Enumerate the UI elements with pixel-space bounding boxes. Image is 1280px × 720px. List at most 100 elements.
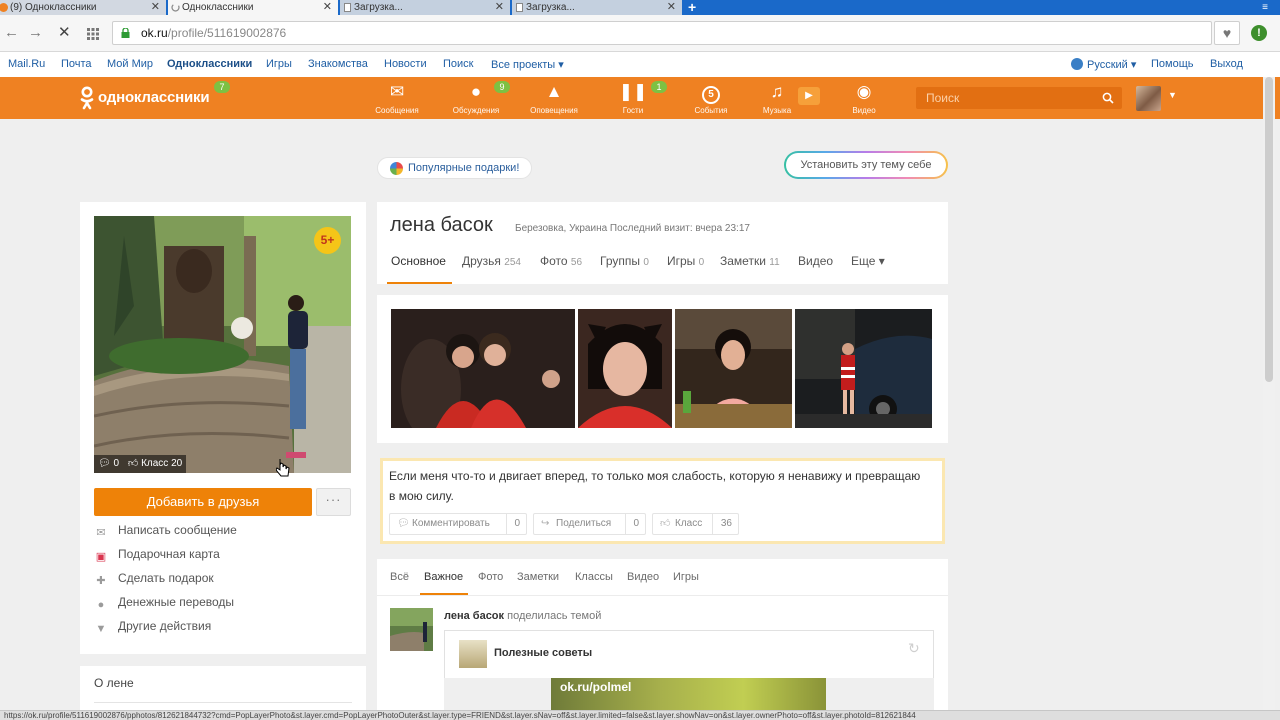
- action-label: Денежные переводы: [118, 595, 235, 609]
- browser-tab-active[interactable]: Одноклассники ✕: [168, 0, 338, 15]
- browser-tab[interactable]: (9) Одноклассники ✕: [0, 0, 166, 15]
- close-tab-icon[interactable]: ✕: [495, 0, 504, 15]
- portal-link-mailru[interactable]: Mail.Ru: [8, 58, 45, 70]
- portal-link-all-projects[interactable]: Все проекты ▾: [491, 58, 564, 71]
- action-write-message[interactable]: ✉ Написать сообщение: [94, 522, 237, 539]
- reshare-icon[interactable]: ↻: [908, 640, 920, 657]
- age-rating-badge: 5+: [314, 227, 341, 254]
- action-label: Сделать подарок: [118, 571, 214, 585]
- browser-tab[interactable]: Загрузка... ✕: [512, 0, 682, 15]
- portal-link-search[interactable]: Поиск: [443, 58, 473, 70]
- tab-friends[interactable]: Друзья 254: [462, 254, 521, 268]
- tab-list-menu-icon[interactable]: ≡: [1262, 0, 1268, 15]
- portal-link-odnoklassniki[interactable]: Одноклассники: [167, 58, 252, 70]
- ok-logo-text[interactable]: одноклассники: [98, 89, 210, 106]
- forward-arrow-icon[interactable]: →: [28, 25, 43, 41]
- portal-link-games[interactable]: Игры: [266, 58, 292, 70]
- feed-tab-photo[interactable]: Фото: [478, 571, 503, 583]
- feed-tab-klass[interactable]: Классы: [575, 571, 613, 583]
- avatar-image: [390, 608, 433, 651]
- feed-tab-games[interactable]: Игры: [673, 571, 699, 583]
- photo-klass-count: Класс 20: [141, 458, 183, 469]
- action-money-transfer[interactable]: ● Денежные переводы: [94, 594, 235, 611]
- action-label: Написать сообщение: [118, 523, 237, 537]
- music-play-icon[interactable]: ▶: [798, 87, 820, 105]
- scrollbar-thumb[interactable]: [1265, 77, 1273, 382]
- tab-more[interactable]: Еще ▾: [851, 254, 885, 268]
- feed-tab-notes[interactable]: Заметки: [517, 571, 559, 583]
- feed-tab-important[interactable]: Важное: [424, 571, 463, 583]
- browser-tab[interactable]: Загрузка... ✕: [340, 0, 510, 15]
- photo-comments-count: 0: [113, 458, 120, 469]
- ok-logo-icon[interactable]: [80, 86, 94, 110]
- post-author-link[interactable]: лена басок: [444, 610, 504, 622]
- nav-video[interactable]: ◉ Видео: [829, 82, 899, 116]
- action-make-gift[interactable]: ✚ Сделать подарок: [94, 570, 214, 587]
- stop-loading-icon[interactable]: ✕: [58, 25, 71, 41]
- photo-thumbnail[interactable]: [795, 309, 932, 428]
- comment-icon: 💬︎: [98, 458, 111, 469]
- profile-photo[interactable]: [94, 216, 351, 473]
- logout-link[interactable]: Выход: [1210, 58, 1243, 70]
- portal-link-dating[interactable]: Знакомства: [308, 58, 368, 70]
- tab-photos[interactable]: Фото 56: [540, 254, 582, 268]
- photo-thumbnail[interactable]: [391, 309, 575, 428]
- extension-icon[interactable]: !: [1251, 25, 1267, 41]
- nav-messages[interactable]: ✉ Сообщения: [362, 82, 432, 116]
- divider: [506, 514, 507, 534]
- help-link[interactable]: Помощь: [1151, 58, 1194, 70]
- globe-icon: [1071, 58, 1083, 70]
- klass-button[interactable]: 👍︎ Класс 36: [652, 513, 739, 535]
- new-tab-button[interactable]: +: [688, 0, 696, 14]
- close-tab-icon[interactable]: ✕: [667, 0, 676, 15]
- nav-discussions-label: Обсуждения: [452, 106, 500, 115]
- feed-tab-all[interactable]: Всё: [390, 571, 409, 583]
- url-path: /profile/511619002876: [167, 26, 287, 40]
- popular-gifts-button[interactable]: Популярные подарки!: [377, 157, 533, 179]
- photo-thumbnail[interactable]: [675, 309, 792, 428]
- user-menu-caret-icon[interactable]: ▼: [1168, 90, 1177, 100]
- feed-tab-video[interactable]: Видео: [627, 571, 659, 583]
- comment-button[interactable]: 💬︎ Комментировать 0: [389, 513, 527, 535]
- more-options-button[interactable]: ···: [316, 488, 351, 516]
- address-bar[interactable]: ok.ru/profile/511619002876: [112, 21, 1212, 45]
- post-author-avatar[interactable]: [390, 608, 433, 651]
- tab-video[interactable]: Видео: [798, 254, 833, 268]
- comment-count: 0: [514, 518, 520, 529]
- search-input[interactable]: [916, 87, 1096, 109]
- divider: [94, 702, 352, 703]
- tab-groups[interactable]: Группы 0: [600, 254, 649, 268]
- discussions-badge: 9: [494, 81, 510, 93]
- tab-games[interactable]: Игры 0: [667, 254, 704, 268]
- browser-tab-label: Загрузка...: [526, 2, 575, 13]
- page-scrollbar[interactable]: [1263, 77, 1275, 710]
- close-tab-icon[interactable]: ✕: [323, 0, 332, 15]
- share-button[interactable]: ↪ Поделиться 0: [533, 513, 646, 535]
- portal-link-news[interactable]: Новости: [384, 58, 427, 70]
- language-selector[interactable]: Русский ▾: [1071, 58, 1136, 71]
- add-friend-button[interactable]: Добавить в друзья: [94, 488, 312, 516]
- action-other[interactable]: ▼ Другие действия: [94, 618, 212, 635]
- theme-thumbnail: [459, 640, 487, 668]
- apps-grid-icon[interactable]: [86, 27, 100, 41]
- action-gift-card[interactable]: ▣ Подарочная карта: [94, 546, 220, 563]
- nav-notifications[interactable]: ▲ Оповещения: [519, 82, 589, 116]
- tab-notes[interactable]: Заметки 11: [720, 254, 780, 268]
- search-icon[interactable]: [1102, 92, 1114, 104]
- gift-icon: ✚: [96, 575, 106, 587]
- portal-link-my-world[interactable]: Мой Мир: [107, 58, 153, 70]
- tab-main[interactable]: Основное: [391, 254, 446, 268]
- back-arrow-icon[interactable]: ←: [4, 25, 19, 41]
- bookmark-heart-icon[interactable]: ♥: [1214, 21, 1240, 45]
- browser-tab-label: (9) Одноклассники: [10, 2, 97, 13]
- nav-events[interactable]: 5 События: [676, 82, 746, 116]
- photo-thumbnail[interactable]: [578, 309, 672, 428]
- caret-down-icon: ▼: [95, 623, 107, 635]
- post-action-text: поделилась темой: [507, 610, 602, 622]
- close-tab-icon[interactable]: ✕: [151, 0, 160, 15]
- user-avatar[interactable]: [1136, 86, 1161, 111]
- theme-title[interactable]: Полезные советы: [494, 647, 592, 659]
- about-section[interactable]: О лене: [80, 666, 366, 710]
- portal-link-mail[interactable]: Почта: [61, 58, 92, 70]
- install-theme-button[interactable]: Установить эту тему себе: [784, 151, 948, 179]
